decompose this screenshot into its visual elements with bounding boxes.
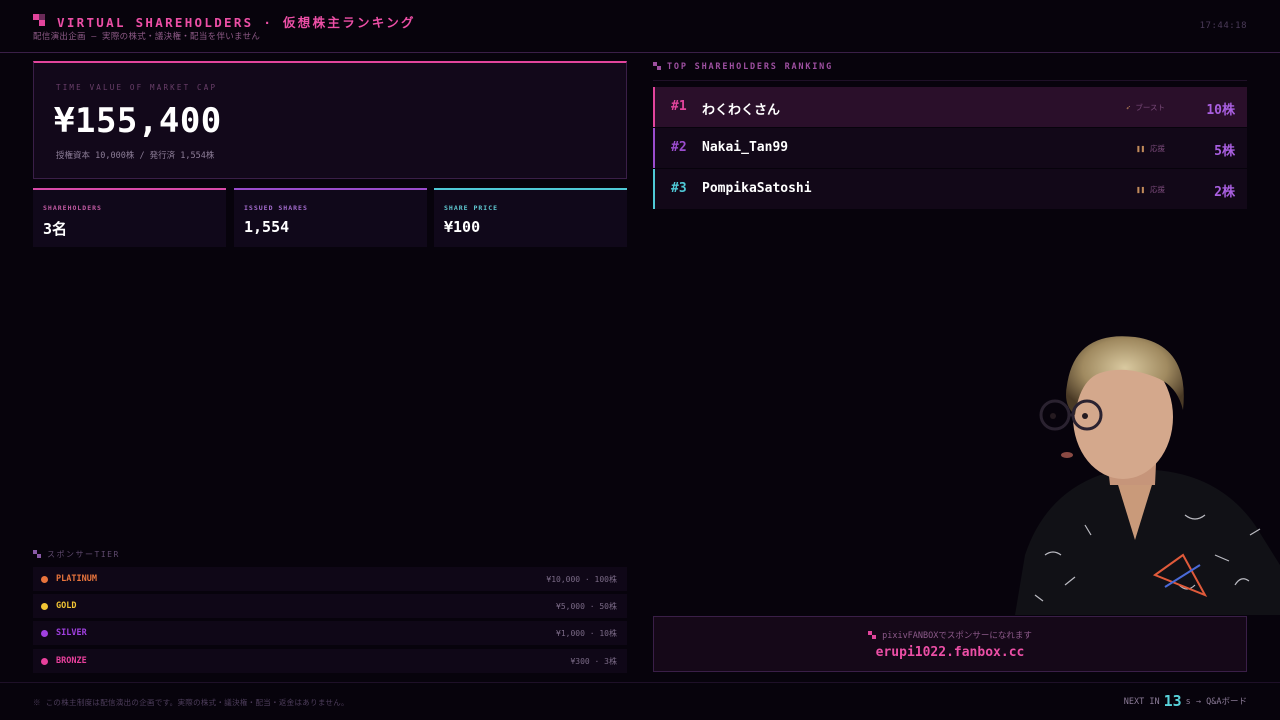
market-cap-value: ¥155,400	[54, 101, 222, 141]
market-cap-card: TIME VALUE OF MARKET CAP ¥155,400 授権資本 1…	[33, 61, 627, 179]
header-bar: VIRTUAL SHAREHOLDERS · 仮想株主ランキング 配信演出企画 …	[0, 0, 1280, 53]
stat-label: ISSUED SHARES	[244, 204, 308, 212]
stat-label: SHAREHOLDERS	[43, 204, 102, 212]
tier-row-bronze: BRONZE ¥300 · 3株	[33, 649, 627, 673]
tier-dot-icon	[41, 576, 48, 583]
stat-value: 1,554	[244, 218, 290, 236]
tier-dot-icon	[41, 603, 48, 610]
next-countdown: NEXT IN 13 s → Q&Aボード	[1124, 692, 1247, 710]
rank-number: #1	[671, 99, 687, 114]
badge-label: 応援	[1150, 185, 1165, 194]
tier-name: SILVER	[56, 628, 87, 638]
ranking-title: TOP SHAREHOLDERS RANKING	[667, 62, 834, 72]
stat-value: 3名	[43, 220, 68, 238]
share-count: 2株	[1214, 185, 1235, 200]
clock: 17:44:18	[1199, 21, 1247, 31]
fanbox-label-text: pixivFANBOXでスポンサーになれます	[882, 631, 1032, 641]
shareholder-name: PompikaSatoshi	[702, 181, 812, 196]
ranking-heading: TOP SHAREHOLDERS RANKING	[653, 62, 833, 72]
share-count: 10株	[1206, 103, 1235, 118]
stat-card-share-price: SHARE PRICE ¥100	[434, 188, 627, 247]
stat-card-issued-shares: ISSUED SHARES 1,554	[234, 188, 427, 247]
page-subtitle: 配信演出企画 — 実際の株式・議決権・配当を伴いません	[33, 32, 261, 42]
next-count: 13	[1163, 692, 1182, 710]
tier-name: BRONZE	[56, 656, 87, 666]
ranking-row-3: #3 PompikaSatoshi ❚❚ 応援 2株	[653, 169, 1247, 209]
badge-label: 応援	[1150, 144, 1165, 153]
tier-name: PLATINUM	[56, 574, 97, 584]
tier-dot-icon	[41, 630, 48, 637]
market-cap-label: TIME VALUE OF MARKET CAP	[56, 83, 218, 92]
tier-dot-icon	[41, 658, 48, 665]
tier-row-platinum: PLATINUM ¥10,000 · 100株	[33, 567, 627, 591]
rank-badge: ❚❚ 応援	[1136, 184, 1165, 195]
ranking-divider	[653, 80, 1247, 81]
streamer-figure	[1015, 336, 1280, 615]
rank-badge: ➶ ブースト	[1126, 102, 1165, 113]
sponsor-tier-heading: スポンサーTIER	[33, 549, 120, 560]
fanbox-logo-icon	[868, 631, 877, 639]
tier-price: ¥1,000 · 10株	[556, 629, 617, 638]
rank-number: #2	[671, 140, 687, 155]
ranking-logo-icon	[653, 62, 661, 70]
stat-label: SHARE PRICE	[444, 204, 499, 212]
tier-row-gold: GOLD ¥5,000 · 50株	[33, 594, 627, 618]
badge-label: ブースト	[1135, 103, 1165, 112]
fanbox-url[interactable]: erupi1022.fanbox.cc	[654, 645, 1246, 660]
sponsor-tier-title: スポンサーTIER	[47, 550, 120, 559]
fanbox-label: pixivFANBOXでスポンサーになれます	[654, 629, 1246, 641]
tier-name: GOLD	[56, 601, 77, 611]
rank-badge: ❚❚ 応援	[1136, 143, 1165, 154]
page-title: VIRTUAL SHAREHOLDERS · 仮想株主ランキング	[57, 15, 416, 30]
webcam-video	[1005, 325, 1280, 615]
shareholder-name: Nakai_Tan99	[702, 140, 789, 155]
ranking-row-2: #2 Nakai_Tan99 ❚❚ 応援 5株	[653, 128, 1247, 168]
next-prefix: NEXT IN	[1123, 697, 1160, 707]
next-suffix: s → Q&Aボード	[1185, 697, 1247, 707]
rocket-icon: ➶	[1125, 103, 1131, 112]
fanbox-panel: pixivFANBOXでスポンサーになれます erupi1022.fanbox.…	[653, 616, 1247, 672]
tier-price: ¥300 · 3株	[570, 657, 617, 666]
pause-icon: ❚❚	[1135, 185, 1145, 194]
tier-row-silver: SILVER ¥1,000 · 10株	[33, 621, 627, 645]
shareholder-name: わくわくさん	[702, 103, 781, 118]
share-count: 5株	[1214, 144, 1235, 159]
disclaimer-note: ※ この株主制度は配信演出の企画です。実際の株式・議決権・配当・返金はありません…	[33, 698, 349, 707]
pause-icon: ❚❚	[1135, 144, 1145, 153]
tier-price: ¥10,000 · 100株	[546, 575, 617, 584]
tier-logo-icon	[33, 550, 41, 558]
market-cap-detail: 授権資本 10,000株 / 発行済 1,554株	[56, 151, 215, 161]
stat-value: ¥100	[444, 218, 481, 236]
footer-divider	[0, 682, 1280, 683]
rank-number: #3	[671, 181, 687, 196]
ranking-row-1: #1 わくわくさん ➶ ブースト 10株	[653, 87, 1247, 127]
logo-icon	[33, 14, 45, 26]
stat-card-shareholders: SHAREHOLDERS 3名	[33, 188, 226, 247]
tier-price: ¥5,000 · 50株	[556, 602, 617, 611]
